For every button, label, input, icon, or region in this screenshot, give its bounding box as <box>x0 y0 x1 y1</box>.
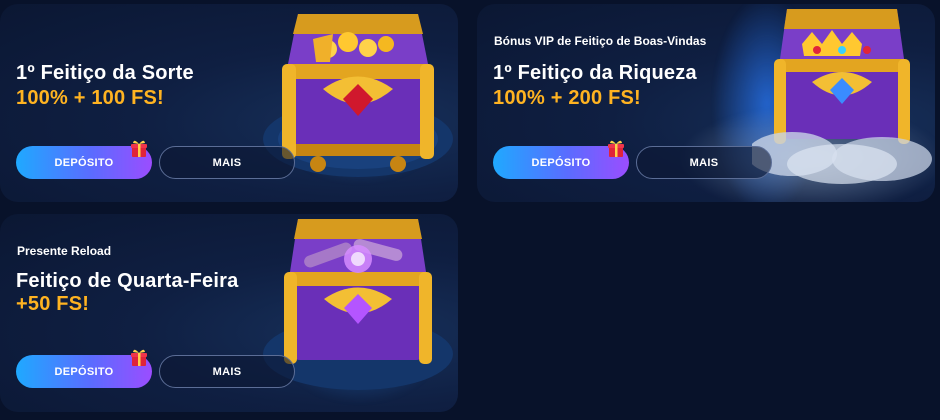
promo-card-wednesday-spell: Presente Reload Feitiço de Quarta-Feira … <box>0 214 458 412</box>
promo-card-wealth-spell: Bónus VIP de Feitiço de Boas-Vindas 1º F… <box>477 4 935 202</box>
deposit-button[interactable]: DEPÓSITO <box>16 349 152 388</box>
gift-icon <box>131 140 147 157</box>
deposit-button[interactable]: DEPÓSITO <box>493 140 629 179</box>
more-button[interactable]: MAIS <box>159 355 295 388</box>
treasure-chest-illustration <box>752 9 932 184</box>
gift-icon <box>608 140 624 157</box>
promo-title: 1º Feitiço da Riqueza <box>493 62 697 84</box>
more-button-label: MAIS <box>689 156 719 169</box>
deposit-button-label: DEPÓSITO <box>54 365 114 378</box>
promo-title: 1º Feitiço da Sorte <box>16 62 194 84</box>
more-button[interactable]: MAIS <box>159 146 295 179</box>
promo-offer: 100% + 100 FS! <box>16 87 164 109</box>
more-button-label: MAIS <box>212 365 242 378</box>
promo-subtitle: Presente Reload <box>17 244 112 258</box>
more-button[interactable]: MAIS <box>636 146 772 179</box>
gift-icon <box>131 349 147 366</box>
deposit-button-label: DEPÓSITO <box>531 156 591 169</box>
more-button-label: MAIS <box>212 156 242 169</box>
promo-offer: 100% + 200 FS! <box>493 87 641 109</box>
promo-title: Feitiço de Quarta-Feira <box>16 270 239 292</box>
promo-card-lucky-spell: 1º Feitiço da Sorte 100% + 100 FS! DEPÓS… <box>0 4 458 202</box>
promo-subtitle: Bónus VIP de Feitiço de Boas-Vindas <box>494 34 707 48</box>
deposit-button[interactable]: DEPÓSITO <box>16 140 152 179</box>
promo-offer: +50 FS! <box>16 293 90 315</box>
deposit-button-label: DEPÓSITO <box>54 156 114 169</box>
